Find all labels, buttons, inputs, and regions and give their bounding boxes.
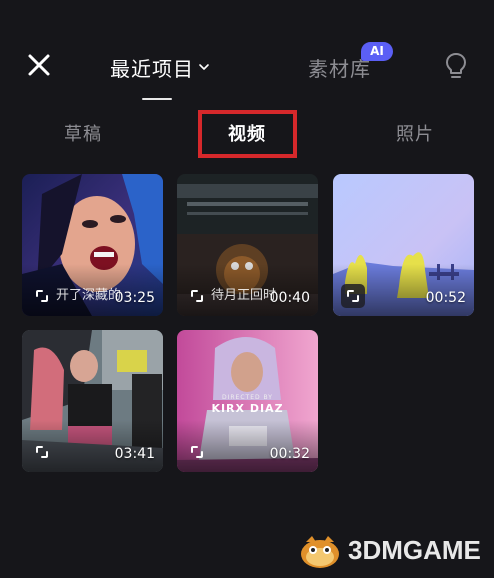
close-button[interactable] <box>24 50 54 80</box>
tile-credit-name: KIRX DIAZ <box>211 402 284 415</box>
lightbulb-icon <box>446 53 466 78</box>
tab-recent-label: 最近项目 <box>110 56 194 81</box>
tab-drafts[interactable]: 草稿 <box>64 120 102 146</box>
video-duration: 00:52 <box>425 290 466 306</box>
watermark: 3DMGAME <box>298 528 481 572</box>
link-icon <box>34 444 50 460</box>
media-tile[interactable]: 开了深藏的 03:25 <box>22 174 163 316</box>
video-duration: 00:32 <box>269 446 310 462</box>
highlight-annotation-box <box>198 110 297 158</box>
top-bar: 最近项目 素材库 AI <box>0 0 494 110</box>
active-tab-indicator <box>142 98 172 100</box>
watermark-text: 3DMGAME <box>348 534 481 565</box>
ai-badge: AI <box>361 42 393 61</box>
media-tile[interactable]: 00:52 <box>333 174 474 316</box>
media-tile[interactable]: 03:41 <box>22 330 163 472</box>
media-tile[interactable]: DIRECTED BY KIRX DIAZ 00:32 <box>177 330 318 472</box>
video-duration: 03:25 <box>114 290 155 306</box>
watermark-logo-icon <box>298 530 344 570</box>
tile-credit: DIRECTED BY <box>222 394 273 401</box>
chevron-down-icon <box>199 64 209 70</box>
media-tile[interactable]: 待月正回时 00:40 <box>177 174 318 316</box>
tips-button[interactable] <box>444 52 468 80</box>
link-icon <box>189 444 205 460</box>
tile-subtitle: 开了深藏的 <box>56 288 122 303</box>
close-icon <box>28 54 50 76</box>
link-icon <box>189 288 205 304</box>
tile-subtitle: 待月正回时 <box>211 288 277 303</box>
link-icon <box>34 288 50 304</box>
video-duration: 00:40 <box>269 290 310 306</box>
tab-recent-projects[interactable]: 最近项目 <box>110 52 210 82</box>
video-duration: 03:41 <box>114 446 155 462</box>
link-icon <box>341 284 365 308</box>
tab-photo[interactable]: 照片 <box>396 120 434 146</box>
